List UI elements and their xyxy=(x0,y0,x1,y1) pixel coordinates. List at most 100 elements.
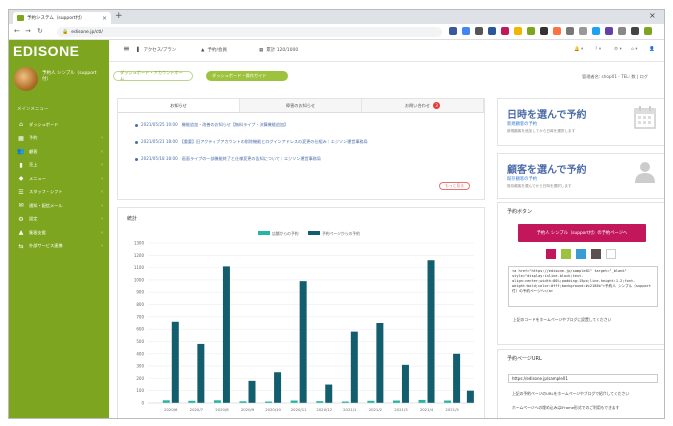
link-icon: ⇆ xyxy=(18,242,24,250)
guide-button[interactable]: ダッシュボード・操作ガイド xyxy=(206,71,288,81)
bar-page xyxy=(299,281,307,403)
bar-store xyxy=(418,399,426,403)
sidebar-item[interactable]: ▮ 売上 ‹ xyxy=(9,159,109,172)
bullet-icon xyxy=(135,123,138,127)
bar-page xyxy=(466,390,474,403)
home-nav-icon[interactable]: ⌂ ▾ xyxy=(631,47,638,52)
chevron-icon: ‹ xyxy=(101,202,103,209)
new-tab-button[interactable]: + xyxy=(115,11,123,21)
sidebar-item[interactable]: 👥 顧客 ‹ xyxy=(9,145,109,158)
extension-icon[interactable] xyxy=(475,27,483,35)
swatch-green[interactable] xyxy=(561,249,571,259)
news-item-text: 2021/05/18 18:00 画面ライプの一部機能終了と仕様変更の告知につい… xyxy=(141,156,321,161)
avatar[interactable] xyxy=(14,67,38,91)
extension-icon[interactable] xyxy=(462,27,470,35)
btnbox-hint: 上記のコードをホームページやブログに設置してください xyxy=(513,317,612,322)
news-item[interactable]: 2021/05/21 18:00 【重要】旧アクティブアカウントの削除機能とログ… xyxy=(135,139,368,145)
embed-code-textarea[interactable]: <a href="https://edisone.jp/sample01" ta… xyxy=(508,266,658,307)
tab-incident-label: 障害のお知らせ xyxy=(285,102,316,108)
notification-icon[interactable]: 🔔 ▾ xyxy=(574,47,583,52)
legend-swatch xyxy=(308,231,320,235)
select-datetime-card[interactable]: 日時を選んで予約 新規顧客の予約 新規顧客を追加してから日時を選択します xyxy=(497,98,664,146)
window-close-icon[interactable]: × xyxy=(649,11,656,20)
url-input[interactable]: 🔒 edisone.jp/ctl/ xyxy=(57,27,442,37)
extension-icon[interactable] xyxy=(501,27,509,35)
select-customer-card[interactable]: 顧客を選んで予約 既存顧客の予約 既存顧客を選んでから日時を選択します xyxy=(497,153,664,199)
reserve-button-card: 予約ボタン 予約人 シンプル（support付）の予約ページへ <a href=… xyxy=(497,202,664,345)
extension-icon[interactable] xyxy=(449,27,457,35)
chevron-icon: ‹ xyxy=(101,229,103,236)
count-link[interactable]: ▦ 累計 120/1000 xyxy=(259,47,298,54)
news-item[interactable]: 2021/05/25 10:00 機能追加・改善のお知らせ【無料ライプ・決算機能… xyxy=(135,122,288,128)
sidebar-item[interactable]: ▲ 集客支援 ‹ xyxy=(9,226,109,239)
more-button[interactable]: もっと見る xyxy=(439,182,470,190)
app-logo[interactable]: EDISONE xyxy=(13,43,80,59)
stats-card: 統計 0 100 200 300 400 500 600 700 800 900 1000 1100 1… xyxy=(117,207,485,418)
x-tick-label: 2021/4 xyxy=(420,407,434,412)
bar-store xyxy=(392,400,400,403)
extension-icon[interactable] xyxy=(592,27,600,35)
extension-icon[interactable] xyxy=(514,27,522,35)
sidebar-item[interactable]: ⌂ ダッシュボード xyxy=(9,118,109,131)
extension-icon[interactable] xyxy=(553,27,561,35)
back-icon[interactable]: ← xyxy=(14,27,20,35)
chart-icon: ▮ xyxy=(19,161,23,169)
extension-icon[interactable] xyxy=(618,27,626,35)
settings-icon[interactable]: ⚙ ▾ xyxy=(614,47,622,52)
reload-icon[interactable]: ↻ xyxy=(37,27,43,35)
x-tick-label: 2020/8 xyxy=(215,407,229,412)
news-item-text: 2021/05/21 18:00 【重要】旧アクティブアカウントの削除機能とログ… xyxy=(141,139,368,144)
x-tick-label: 2020/12 xyxy=(316,407,332,412)
sidebar-item[interactable]: ▦ 予約 ‹ xyxy=(9,132,109,145)
gear-icon: ⚙ xyxy=(18,215,24,223)
swatch-blue[interactable] xyxy=(576,249,586,259)
sidebar-item[interactable]: ⚙ 設定 ‹ xyxy=(9,213,109,226)
swatch-dark[interactable] xyxy=(591,249,601,259)
address-bar: ← → ↻ 🔒 edisone.jp/ctl/ xyxy=(9,24,664,40)
extension-icon[interactable] xyxy=(579,27,587,35)
extension-icon[interactable] xyxy=(566,27,574,35)
swatch-white[interactable] xyxy=(606,249,616,259)
mail-icon: ✉ xyxy=(18,202,24,209)
y-tick-label: 1000 xyxy=(134,277,145,282)
help-icon[interactable]: ? ▾ xyxy=(595,47,601,52)
sidebar-item[interactable]: ◆ メニュー ‹ xyxy=(9,172,109,185)
news-item[interactable]: 2021/05/18 18:00 画面ライプの一部機能終了と仕様変更の告知につい… xyxy=(135,156,321,162)
hamburger-icon[interactable]: ≡ xyxy=(123,44,130,53)
bar-store xyxy=(188,400,196,403)
extension-icon[interactable] xyxy=(540,27,548,35)
extension-icon[interactable] xyxy=(488,27,496,35)
tab-inquiry[interactable]: お問い合わせ 3 xyxy=(362,99,484,112)
bar-page xyxy=(376,323,384,403)
user-icon[interactable]: 👤 xyxy=(649,47,655,52)
tab-notice[interactable]: お知らせ xyxy=(118,99,240,112)
calendar-icon: ▦ xyxy=(18,134,24,142)
tab-close-icon[interactable]: × xyxy=(102,15,107,22)
sidebar-item[interactable]: ⇆ 外部サービス連携 ‹ xyxy=(9,240,109,253)
tab-incident[interactable]: 障害のお知らせ xyxy=(240,99,362,112)
url-text: edisone.jp/ctl/ xyxy=(71,29,103,35)
legend-label: 予約ページからの予約 xyxy=(322,231,360,236)
bar-page xyxy=(248,380,256,403)
y-tick-label: 1200 xyxy=(134,253,145,258)
bar-page xyxy=(401,364,409,403)
account-home-button[interactable]: ダッシュボード・アカウントホーム xyxy=(113,70,193,81)
inquiry-badge: 3 xyxy=(433,102,441,109)
user-name: 予約人 シンプル（support付） xyxy=(42,71,97,82)
sidebar-item[interactable]: ✉ 通知・配信メール ‹ xyxy=(9,199,109,212)
extension-icon[interactable] xyxy=(605,27,613,35)
bullet-icon xyxy=(135,140,138,144)
swatch-red[interactable] xyxy=(546,249,556,259)
x-tick-label: 2020/7 xyxy=(190,407,204,412)
forward-icon[interactable]: → xyxy=(25,27,31,35)
reserve-page-button[interactable]: 予約人 シンプル（support付）の予約ページへ xyxy=(518,224,646,242)
extension-icon[interactable] xyxy=(644,27,652,35)
count-icon: ▦ xyxy=(259,47,264,53)
browser-tab[interactable]: 予約システム（support付） × xyxy=(13,12,111,24)
extension-icon[interactable] xyxy=(631,27,639,35)
extension-icon[interactable] xyxy=(527,27,535,35)
reserve-url-field[interactable]: https://edisone.jp/sample01 xyxy=(508,374,658,383)
plan-link[interactable]: ▌ アクセス/プラン xyxy=(137,47,176,54)
store-link[interactable]: ▲ 予約/会員 xyxy=(201,47,227,54)
sidebar-item[interactable]: ☰ スタッフ・シフト ‹ xyxy=(9,186,109,199)
